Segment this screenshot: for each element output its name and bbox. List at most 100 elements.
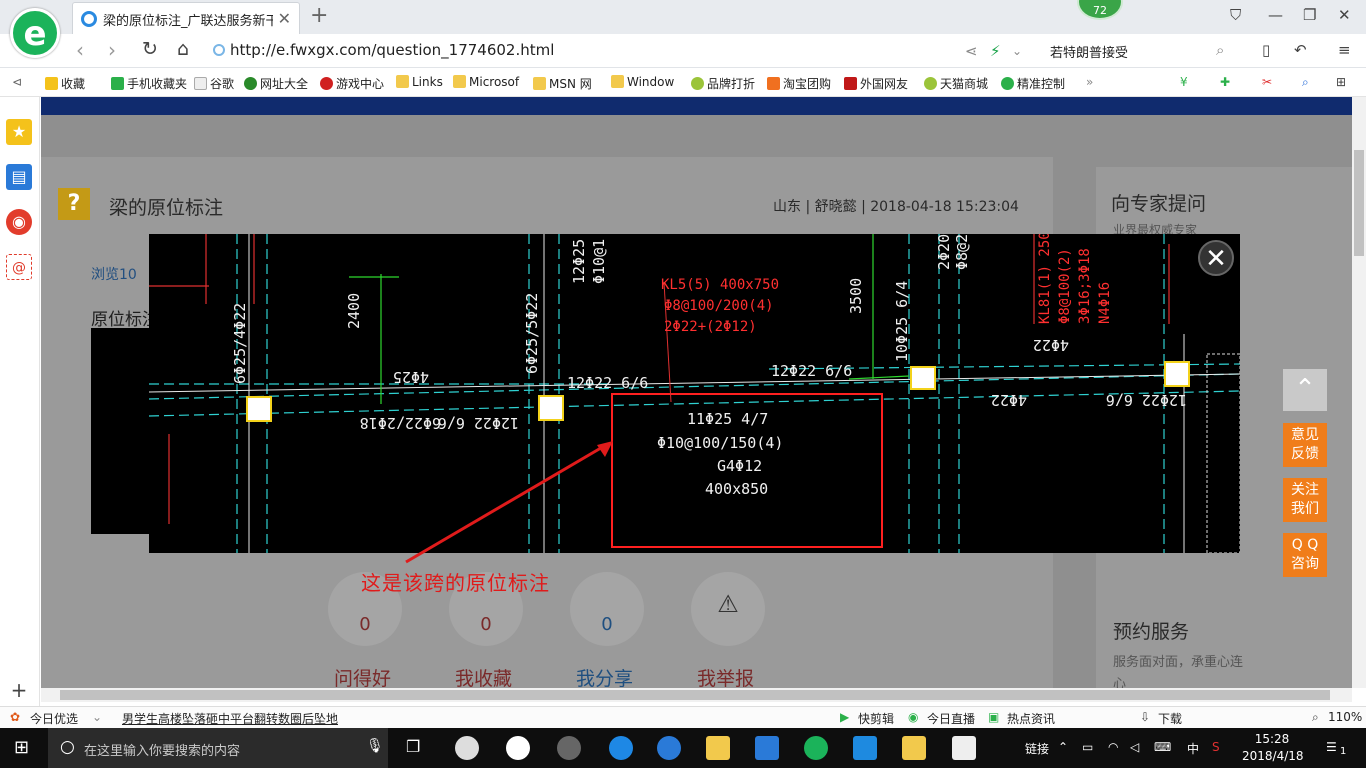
sogou-icon[interactable]: S — [1212, 740, 1220, 754]
browser-e-icon[interactable] — [506, 736, 530, 760]
bookmark-item[interactable]: 品牌打折 — [691, 75, 755, 92]
yen-icon[interactable]: ¥ — [1180, 75, 1188, 89]
apps-grid-icon[interactable]: ⊞ — [1336, 75, 1346, 89]
wifi-icon[interactable]: ◠ — [1108, 740, 1118, 754]
site-info-icon[interactable] — [213, 44, 225, 56]
battery-icon[interactable]: ▭ — [1082, 740, 1093, 754]
horizontal-scroll-thumb[interactable] — [60, 690, 1330, 700]
edge-icon[interactable] — [609, 736, 633, 760]
viewer-close-button[interactable]: ✕ — [1198, 240, 1234, 276]
vertical-scroll-thumb[interactable] — [1354, 150, 1364, 256]
scissors-icon[interactable]: ✂ — [1262, 75, 1272, 89]
report-button[interactable]: ⚠ — [691, 572, 765, 646]
skin-icon[interactable]: ⛉ — [1230, 6, 1241, 24]
bookmark-item[interactable]: Window — [611, 75, 674, 89]
beam-axis-line — [149, 373, 1240, 400]
weibo-icon[interactable]: ◉ — [6, 209, 32, 235]
reader-icon[interactable]: ▤ — [6, 164, 32, 190]
spiral-app-icon[interactable] — [557, 736, 581, 760]
back-to-top-button[interactable]: ⌃ — [1283, 369, 1327, 411]
url-input[interactable]: http://e.fwxgx.com/question_1774602.html — [230, 41, 554, 59]
minimize-button[interactable]: — — [1268, 6, 1283, 24]
phone-icon[interactable]: ▯ — [1262, 41, 1270, 59]
search-icon[interactable]: ⌕ — [1216, 41, 1224, 59]
search-input[interactable]: 若特朗普接受 — [1050, 42, 1128, 61]
notification-badge[interactable]: 72 — [1077, 0, 1123, 20]
bookmark-item[interactable]: Links — [396, 75, 443, 89]
bookmark-item[interactable]: 收藏 — [45, 75, 85, 92]
forward-button[interactable]: › — [108, 38, 116, 62]
app-icon[interactable] — [455, 736, 479, 760]
home-icon[interactable]: ⌂ — [177, 38, 189, 60]
volume-icon[interactable]: ◁ — [1130, 740, 1139, 754]
bookmark-item[interactable]: 游戏中心 — [320, 75, 384, 92]
notes-app-icon[interactable] — [902, 736, 926, 760]
file-explorer-icon[interactable] — [706, 736, 730, 760]
favorites-star-icon[interactable]: ★ — [6, 119, 32, 145]
zoom-icon[interactable]: ⌕ — [1302, 75, 1309, 90]
status-item[interactable]: 快剪辑 — [858, 710, 894, 727]
microphone-icon[interactable]: 🎙 — [366, 738, 384, 754]
bookmark-item[interactable]: MSN 网 — [533, 75, 592, 92]
restore-button[interactable]: ❐ — [1303, 6, 1316, 24]
reload-icon[interactable]: ↻ — [142, 38, 158, 60]
zoom-icon: ⌕ — [1312, 710, 1319, 724]
active-browser-icon[interactable] — [804, 736, 828, 760]
flag-icon — [844, 77, 857, 90]
close-window-button[interactable]: ✕ — [1338, 6, 1351, 24]
windows-start-icon[interactable]: ⊞ — [14, 737, 29, 758]
add-sidebar-icon[interactable]: + — [6, 677, 32, 703]
system-clock[interactable]: 15:28 2018/4/18 — [1242, 731, 1304, 765]
keyboard-icon[interactable]: ⌨ — [1154, 740, 1171, 754]
bookmark-item[interactable]: 网址大全 — [244, 75, 308, 92]
status-item[interactable]: 今日直播 — [927, 710, 975, 727]
tray-link-label[interactable]: 链接 — [1025, 740, 1049, 757]
browser-tab[interactable]: 梁的原位标注_广联达服务新干线 ✕ — [72, 2, 300, 34]
lightning-icon[interactable]: ⚡ — [990, 42, 1001, 60]
tray-expand-icon[interactable]: ⌃ — [1058, 740, 1068, 754]
drawing-thumbnail[interactable] — [91, 328, 151, 534]
headline-link[interactable]: 男学生高楼坠落砸中平台翻转数圈后坠地 — [122, 710, 338, 727]
ask-expert-title[interactable]: 向专家提问 — [1111, 189, 1206, 216]
share-icon[interactable]: ⋖ — [965, 42, 978, 60]
news-label[interactable]: 今日优选 — [30, 710, 78, 727]
bookmark-item[interactable]: 手机收藏夹 — [111, 75, 187, 92]
menu-icon[interactable]: ≡ — [1338, 41, 1351, 59]
sidebar-toggle-icon[interactable]: ⊲ — [12, 75, 22, 89]
leaf-icon — [924, 77, 937, 90]
feedback-button[interactable]: 意见 反馈 — [1283, 423, 1327, 467]
chevron-down-icon[interactable]: ⌄ — [1012, 44, 1022, 58]
image-viewer[interactable]: 11Φ25 4/7 Φ10@100/150(4) G4Φ12 400x850 1… — [149, 234, 1240, 553]
zoom-level[interactable]: 110% — [1328, 710, 1362, 724]
more-bookmarks-icon[interactable]: » — [1086, 75, 1093, 89]
g-app-icon[interactable] — [755, 736, 779, 760]
back-button[interactable]: ‹ — [76, 38, 84, 62]
follow-us-button[interactable]: 关注 我们 — [1283, 478, 1327, 522]
bookmark-item[interactable]: 淘宝团购 — [767, 75, 831, 92]
booking-title[interactable]: 预约服务 — [1113, 617, 1189, 644]
bookmark-item[interactable]: 精准控制 — [1001, 75, 1065, 92]
tab-close-button[interactable]: ✕ — [278, 9, 291, 28]
qq-consult-button[interactable]: Q Q 咨询 — [1283, 533, 1327, 577]
new-tab-button[interactable]: + — [310, 3, 328, 28]
status-item[interactable]: 下载 — [1158, 710, 1182, 727]
notification-center-icon[interactable]: ☰ — [1326, 740, 1337, 754]
bookmark-item[interactable]: 天猫商城 — [924, 75, 988, 92]
chevron-down-icon[interactable]: ⌄ — [92, 710, 102, 724]
bookmark-item[interactable]: Microsof — [453, 75, 519, 89]
ie-icon[interactable] — [657, 736, 681, 760]
view-count: 浏览10 — [91, 267, 137, 283]
share-button[interactable]: 0 — [570, 572, 644, 646]
ime-indicator[interactable]: 中 — [1187, 740, 1199, 757]
warning-icon: ⚠ — [717, 590, 739, 618]
task-view-icon[interactable]: ❐ — [406, 737, 420, 756]
help-app-icon[interactable] — [952, 736, 976, 760]
plus-app-icon[interactable] — [853, 736, 877, 760]
extension-icon[interactable]: ✚ — [1220, 75, 1230, 89]
annotation-text: 6Φ25/5Φ22 — [523, 293, 541, 374]
bookmark-item[interactable]: 外国网友 — [844, 75, 908, 92]
bookmark-item[interactable]: 谷歌 — [194, 75, 234, 92]
mail-icon[interactable]: @ — [6, 254, 32, 280]
undo-icon[interactable]: ↶ — [1294, 41, 1307, 59]
status-item[interactable]: 热点资讯 — [1007, 710, 1055, 727]
